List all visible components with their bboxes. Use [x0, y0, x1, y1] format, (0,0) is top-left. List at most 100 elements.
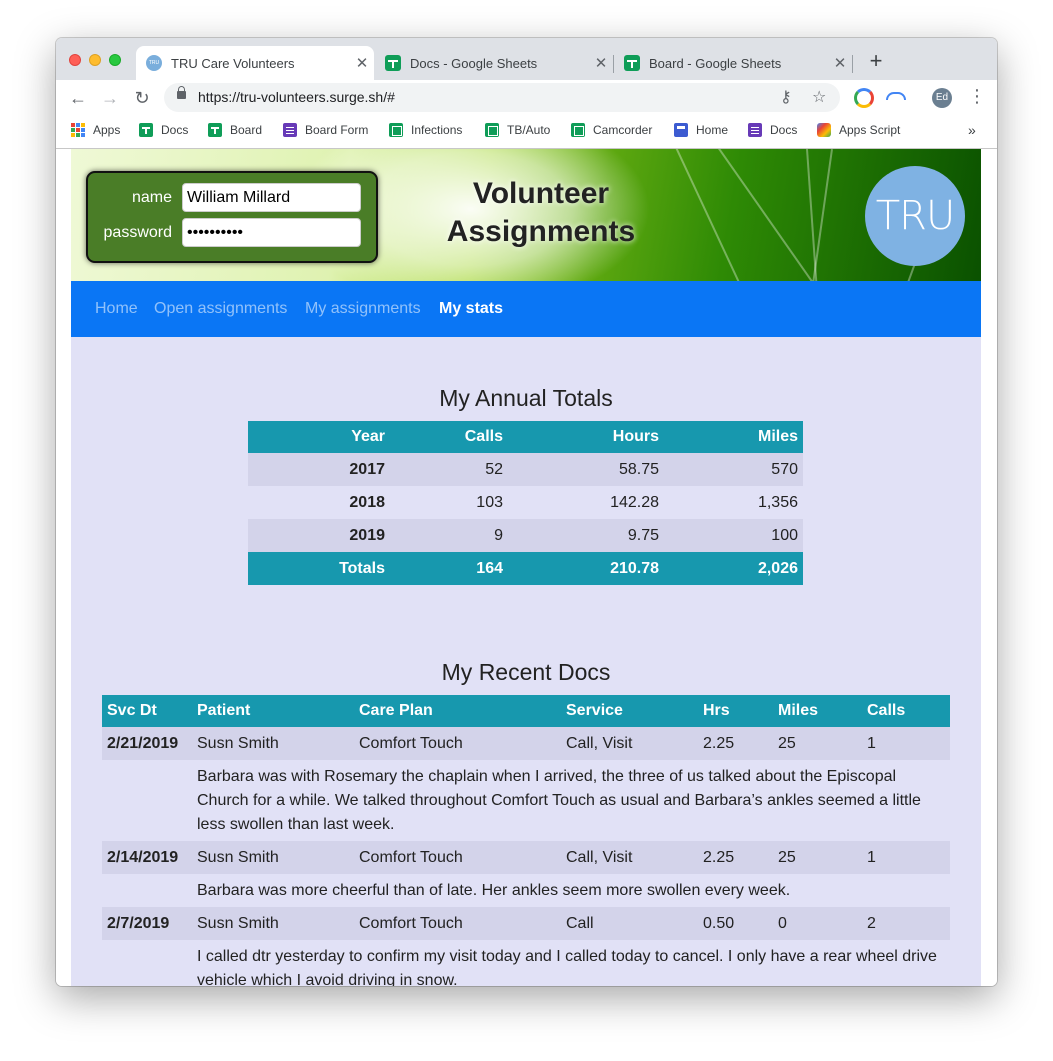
bookmark-label: Board Form — [305, 123, 369, 137]
maximize-window-button[interactable] — [109, 54, 121, 66]
tab-docs-sheets[interactable]: Docs - Google Sheets ✕ — [375, 46, 613, 80]
column-header: Miles — [773, 695, 862, 727]
nav-my-assignments[interactable]: My assignments — [305, 300, 421, 318]
browser-window: TRU TRU Care Volunteers ✕ Docs - Google … — [56, 38, 997, 986]
hours-cell: 2.25 — [698, 841, 773, 874]
bookmark-label: Board — [230, 123, 263, 137]
hours-cell: 9.75 — [508, 519, 664, 552]
bookmark-board-form[interactable]: Board Form — [283, 123, 368, 137]
url-text[interactable]: https://tru-volunteers.surge.sh/# — [198, 89, 395, 105]
new-tab-button[interactable]: + — [864, 50, 888, 74]
menu-dots-icon[interactable]: ⋮ — [968, 86, 986, 107]
annual-totals-title: My Annual Totals — [439, 385, 613, 411]
tab-title: TRU Care Volunteers — [171, 55, 295, 71]
table-row: 2017 52 58.75 570 — [248, 453, 803, 486]
tab-separator — [852, 55, 853, 73]
sheets-icon — [389, 123, 403, 137]
star-icon[interactable]: ☆ — [812, 87, 826, 107]
calls-cell: 9 — [390, 519, 508, 552]
table-row: 2/14/2019 Susn Smith Comfort Touch Call,… — [102, 841, 950, 874]
bookmark-docs-form[interactable]: Docs — [748, 123, 797, 137]
service-cell: Call, Visit — [561, 727, 698, 760]
bookmark-home[interactable]: Home — [674, 123, 728, 137]
forward-icon[interactable]: → — [98, 86, 122, 110]
bookmarks-overflow-button[interactable]: » — [968, 122, 976, 138]
note-row: I called dtr yesterday to confirm my vis… — [102, 940, 950, 986]
column-header: Calls — [862, 695, 950, 727]
main-nav: Home Open assignments My assignments My … — [71, 281, 981, 337]
address-bar[interactable]: https://tru-volunteers.surge.sh/# ⚷ ☆ — [164, 83, 840, 112]
tab-title: Board - Google Sheets — [649, 55, 782, 71]
header-banner: name password Volunteer Assignments TRU — [71, 149, 981, 281]
extension-icon[interactable] — [854, 88, 874, 108]
sites-icon — [674, 123, 688, 137]
bookmark-camcorder[interactable]: Camcorder — [571, 123, 652, 137]
close-icon[interactable]: ✕ — [828, 54, 852, 72]
nav-home[interactable]: Home — [95, 300, 138, 318]
note-row: Barbara was with Rosemary the chaplain w… — [102, 760, 950, 841]
bookmark-board[interactable]: Board — [208, 123, 262, 137]
column-header: Hrs — [698, 695, 773, 727]
profile-avatar[interactable]: Ed — [932, 88, 952, 108]
table-row: 2/7/2019 Susn Smith Comfort Touch Call 0… — [102, 907, 950, 940]
nav-open-assignments[interactable]: Open assignments — [154, 300, 287, 318]
recent-docs-table: Svc Dt Patient Care Plan Service Hrs Mil… — [102, 695, 950, 986]
table-row: 2018 103 142.28 1,356 — [248, 486, 803, 519]
bookmark-docs[interactable]: Docs — [139, 123, 188, 137]
sheets-icon — [485, 123, 499, 137]
calls-cell: 52 — [390, 453, 508, 486]
apps-script-icon — [817, 123, 831, 137]
bookmark-label: Docs — [770, 123, 798, 137]
sheets-icon — [571, 123, 585, 137]
nav-my-stats[interactable]: My stats — [439, 300, 503, 318]
name-input[interactable] — [182, 183, 361, 212]
service-cell: Call, Visit — [561, 841, 698, 874]
close-icon[interactable]: ✕ — [350, 54, 374, 72]
bookmark-apps-script[interactable]: Apps Script — [817, 123, 900, 137]
extension-rainbow-icon[interactable] — [886, 92, 906, 100]
miles-cell: 25 — [773, 727, 862, 760]
apps-grid-icon — [71, 123, 85, 137]
year-cell: 2019 — [248, 519, 390, 552]
bookmark-label: Apps Script — [839, 123, 901, 137]
year-cell: 2017 — [248, 453, 390, 486]
annual-totals-table: Year Calls Hours Miles 2017 52 58.75 570… — [248, 421, 803, 585]
hours-cell: 2.25 — [698, 727, 773, 760]
bookmark-label: Camcorder — [593, 123, 653, 137]
miles-cell: 570 — [664, 453, 803, 486]
name-label: name — [131, 189, 172, 206]
sheets-icon — [385, 55, 401, 71]
close-window-button[interactable] — [69, 54, 81, 66]
back-icon[interactable]: ← — [66, 86, 90, 110]
password-input[interactable] — [182, 218, 361, 247]
tab-board-sheets[interactable]: Board - Google Sheets ✕ — [614, 46, 852, 80]
table-header-row: Svc Dt Patient Care Plan Service Hrs Mil… — [102, 695, 950, 727]
bookmark-label: Apps — [93, 123, 121, 137]
key-icon[interactable]: ⚷ — [780, 87, 792, 107]
column-header: Hours — [508, 421, 664, 453]
tab-tru-care[interactable]: TRU TRU Care Volunteers ✕ — [136, 46, 374, 80]
bookmark-label: Home — [696, 123, 729, 137]
care-plan-cell: Comfort Touch — [354, 841, 561, 874]
bookmark-label: Infections — [411, 123, 463, 137]
column-header: Service — [561, 695, 698, 727]
banner-stripe — [671, 149, 766, 281]
bookmark-tb-auto[interactable]: TB/Auto — [485, 123, 550, 137]
miles-cell: 1,356 — [664, 486, 803, 519]
reload-icon[interactable]: ↻ — [130, 86, 154, 110]
calls-cell: 2 — [862, 907, 950, 940]
minimize-window-button[interactable] — [89, 54, 101, 66]
bookmark-apps[interactable]: Apps — [71, 123, 120, 137]
miles-total: 2,026 — [664, 552, 803, 585]
sheets-icon — [208, 123, 222, 137]
tru-logo: TRU — [865, 166, 965, 266]
calls-cell: 1 — [862, 727, 950, 760]
column-header: Year — [248, 421, 390, 453]
lock-icon — [177, 86, 186, 99]
close-icon[interactable]: ✕ — [589, 54, 613, 72]
bookmark-infections[interactable]: Infections — [389, 123, 462, 137]
column-header: Svc Dt — [102, 695, 192, 727]
calls-total: 164 — [390, 552, 508, 585]
year-cell: 2018 — [248, 486, 390, 519]
banner-stripe — [800, 149, 833, 281]
